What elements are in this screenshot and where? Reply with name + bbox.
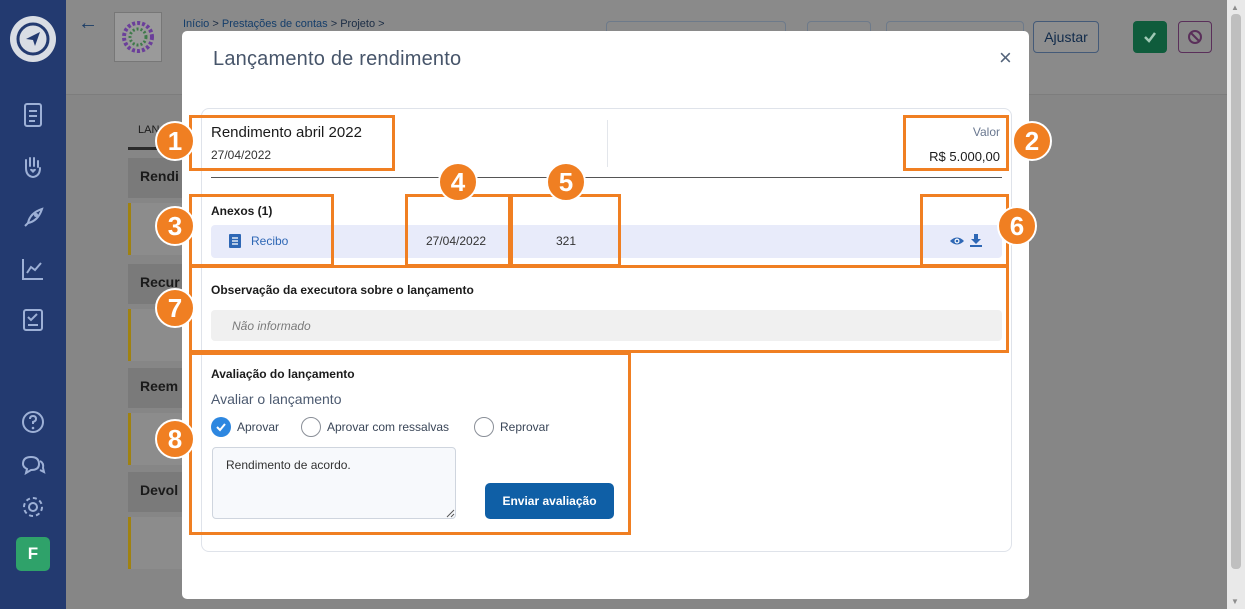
annotation-badge: 7 [155,288,195,328]
check-icon [1144,32,1156,43]
chat-icon[interactable] [18,450,48,480]
sidebar: F [0,0,66,609]
annotation-box [405,194,511,267]
annotation-box [903,115,1009,171]
breadcrumb: Início > Prestações de contas > Projeto … [183,18,385,30]
block-button[interactable] [1178,21,1212,53]
breadcrumb-separator: > [378,18,385,30]
section-header: Devol [128,472,188,512]
adjust-button[interactable]: Ajustar [1033,21,1099,53]
annotation-box [920,194,1009,267]
scroll-down-icon[interactable]: ▼ [1231,597,1239,606]
close-icon[interactable]: × [999,45,1012,71]
section-header: Rendi [128,158,188,198]
annotation-box [189,115,395,171]
breadcrumb-home[interactable]: Início [183,18,209,30]
rocket-icon[interactable] [18,203,48,233]
annotation-box [189,194,334,267]
help-icon[interactable] [18,407,48,437]
document-icon[interactable] [18,100,48,130]
annotation-badge: 5 [546,162,586,202]
gear-icon[interactable] [18,492,48,522]
scroll-up-icon[interactable]: ▲ [1231,3,1239,12]
annotation-box [510,194,621,267]
annotation-badge: 4 [438,162,478,202]
back-arrow-icon[interactable]: ← [78,12,98,35]
annotation-badge: 3 [155,206,195,246]
section-header: Reem [128,368,188,408]
divider [607,120,608,167]
approve-button[interactable] [1133,21,1167,53]
breadcrumb-separator: > [330,18,338,30]
annotation-badge: 2 [1012,121,1052,161]
annotation-badge: 8 [155,419,195,459]
breadcrumb-separator: > [212,18,219,30]
annotation-badge: 1 [155,121,195,161]
chart-icon[interactable] [18,254,48,284]
user-avatar[interactable]: F [16,537,50,571]
section-card [128,517,188,569]
block-icon [1188,30,1202,44]
annotation-badge: 6 [997,206,1037,246]
divider [211,177,1002,178]
notebook-icon[interactable] [18,305,48,335]
logo-icon[interactable] [10,16,56,62]
scrollbar[interactable]: ▲ ▼ [1227,0,1245,609]
scroll-thumb[interactable] [1231,14,1241,569]
breadcrumb-current: Projeto [340,18,376,30]
annotation-box [189,352,631,535]
hand-heart-icon[interactable] [18,152,48,182]
breadcrumb-section[interactable]: Prestações de contas [222,18,328,30]
organization-logo [114,12,162,62]
modal-title: Lançamento de rendimento [213,48,462,70]
annotation-box [189,265,1009,353]
